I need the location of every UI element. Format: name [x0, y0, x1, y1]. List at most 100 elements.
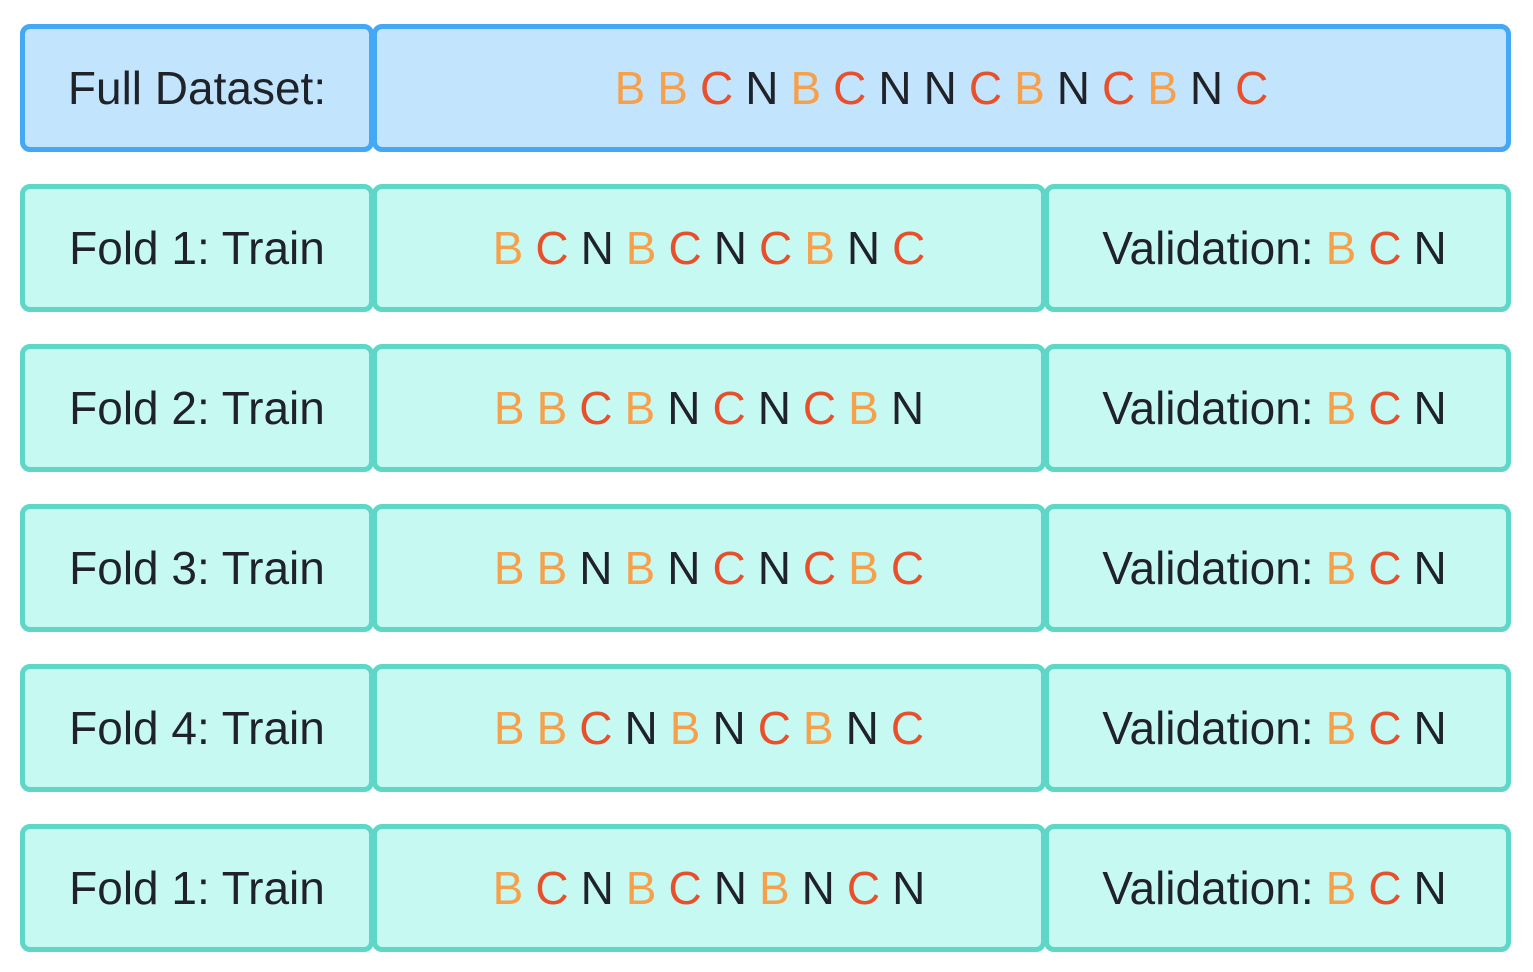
fold-label-box: Fold 1: Train — [20, 184, 374, 312]
sample-B: B — [625, 862, 657, 914]
fold-train-box: BCNBCNBNCN — [372, 824, 1046, 952]
sample-B: B — [1325, 862, 1357, 914]
fold-train-sequence: BCNBCNCBNC — [487, 221, 932, 275]
fold-row-2: Fold 2: Train BBCBNCNCBN Validation: BCN — [20, 344, 1511, 472]
fold-train-sequence: BCNBCNBNCN — [487, 861, 932, 915]
full-dataset-row: Full Dataset: BBCNBCNNCBNCBNC — [20, 24, 1511, 152]
sample-C: C — [1368, 542, 1402, 594]
sample-C: C — [846, 862, 881, 914]
fold-row-3: Fold 3: Train BBNBNCNCBC Validation: BCN — [20, 504, 1511, 632]
sample-C: C — [1368, 382, 1402, 434]
fold-label: Fold 1: Train — [69, 862, 325, 914]
sample-B: B — [1325, 542, 1357, 594]
sample-B: B — [802, 702, 834, 754]
validation-sequence: BCN — [1320, 701, 1453, 755]
sample-N: N — [878, 62, 912, 114]
sample-C: C — [833, 62, 867, 114]
fold-row-1: Fold 1: Train BCNBCNCBNC Validation: BCN — [20, 184, 1511, 312]
fold-validation-box: Validation: BCN — [1044, 184, 1511, 312]
sample-C: C — [1235, 62, 1269, 114]
sample-C: C — [712, 542, 746, 594]
sample-C: C — [890, 542, 925, 594]
validation-label: Validation: — [1102, 382, 1314, 434]
sample-C: C — [1102, 62, 1136, 114]
validation-label: Validation: — [1102, 702, 1314, 754]
fold-label-box: Fold 2: Train — [20, 344, 374, 472]
fold-label: Fold 4: Train — [69, 702, 325, 754]
sample-N: N — [1413, 222, 1447, 274]
fold-label: Fold 3: Train — [69, 542, 325, 594]
sample-N: N — [580, 222, 614, 274]
fold-train-sequence: BBCNBNCBNC — [488, 701, 930, 755]
sample-N: N — [712, 702, 746, 754]
full-dataset-sequence: BBCNBCNNCBNCBNC — [609, 61, 1275, 115]
sample-C: C — [699, 62, 734, 114]
sample-N: N — [713, 222, 747, 274]
sample-C: C — [579, 702, 613, 754]
validation-label: Validation: — [1102, 222, 1314, 274]
sample-C: C — [968, 62, 1003, 114]
sample-N: N — [757, 382, 791, 434]
full-dataset-label-box: Full Dataset: — [20, 24, 374, 152]
fold-validation-box: Validation: BCN — [1044, 824, 1511, 952]
sample-C: C — [668, 222, 702, 274]
sample-C: C — [535, 862, 569, 914]
sample-B: B — [493, 542, 525, 594]
sample-B: B — [492, 222, 524, 274]
full-dataset-sequence-box: BBCNBCNNCBNCBNC — [372, 24, 1511, 152]
sample-B: B — [536, 702, 568, 754]
fold-row-5: Fold 1: Train BCNBCNBNCN Validation: BCN — [20, 824, 1511, 952]
sample-C: C — [757, 702, 791, 754]
sample-B: B — [790, 62, 822, 114]
sample-N: N — [667, 542, 701, 594]
sample-B: B — [1325, 702, 1357, 754]
sample-C: C — [890, 702, 925, 754]
validation-sequence: BCN — [1320, 381, 1453, 435]
sample-C: C — [712, 382, 746, 434]
sample-B: B — [624, 382, 656, 434]
sample-C: C — [1368, 862, 1402, 914]
sample-C: C — [1368, 222, 1402, 274]
validation-sequence: BCN — [1320, 221, 1453, 275]
sample-B: B — [624, 542, 656, 594]
fold-label: Fold 2: Train — [69, 382, 325, 434]
fold-train-sequence: BBNBNCNCBC — [488, 541, 930, 595]
sample-C: C — [579, 382, 613, 434]
sample-B: B — [848, 382, 879, 434]
sample-B: B — [493, 382, 525, 434]
fold-train-box: BBCNBNCBNC — [372, 664, 1046, 792]
validation-label: Validation: — [1102, 862, 1314, 914]
sample-B: B — [758, 862, 790, 914]
sample-B: B — [493, 702, 525, 754]
fold-validation-box: Validation: BCN — [1044, 344, 1511, 472]
sample-N: N — [757, 542, 791, 594]
sample-C: C — [1368, 702, 1402, 754]
sample-B: B — [1325, 382, 1357, 434]
sample-N: N — [1413, 702, 1447, 754]
sample-B: B — [657, 62, 688, 114]
sample-N: N — [1413, 382, 1447, 434]
sample-B: B — [536, 542, 568, 594]
sample-C: C — [668, 862, 702, 914]
sample-N: N — [846, 222, 881, 274]
validation-sequence: BCN — [1320, 541, 1453, 595]
sample-C: C — [535, 222, 569, 274]
validation-sequence: BCN — [1320, 861, 1453, 915]
sample-N: N — [1413, 542, 1447, 594]
sample-B: B — [625, 222, 657, 274]
fold-label: Fold 1: Train — [69, 222, 325, 274]
fold-label-box: Fold 1: Train — [20, 824, 374, 952]
fold-validation-box: Validation: BCN — [1044, 664, 1511, 792]
fold-train-box: BBNBNCNCBC — [372, 504, 1046, 632]
sample-N: N — [801, 862, 835, 914]
sample-N: N — [892, 862, 926, 914]
fold-label-box: Fold 4: Train — [20, 664, 374, 792]
sample-C: C — [892, 222, 926, 274]
fold-train-box: BCNBCNCBNC — [372, 184, 1046, 312]
sample-B: B — [1147, 62, 1178, 114]
full-dataset-label: Full Dataset: — [67, 62, 327, 114]
sample-N: N — [579, 542, 613, 594]
sample-N: N — [667, 382, 701, 434]
sample-N: N — [1189, 62, 1224, 114]
fold-train-sequence: BBCBNCNCBN — [488, 381, 930, 435]
